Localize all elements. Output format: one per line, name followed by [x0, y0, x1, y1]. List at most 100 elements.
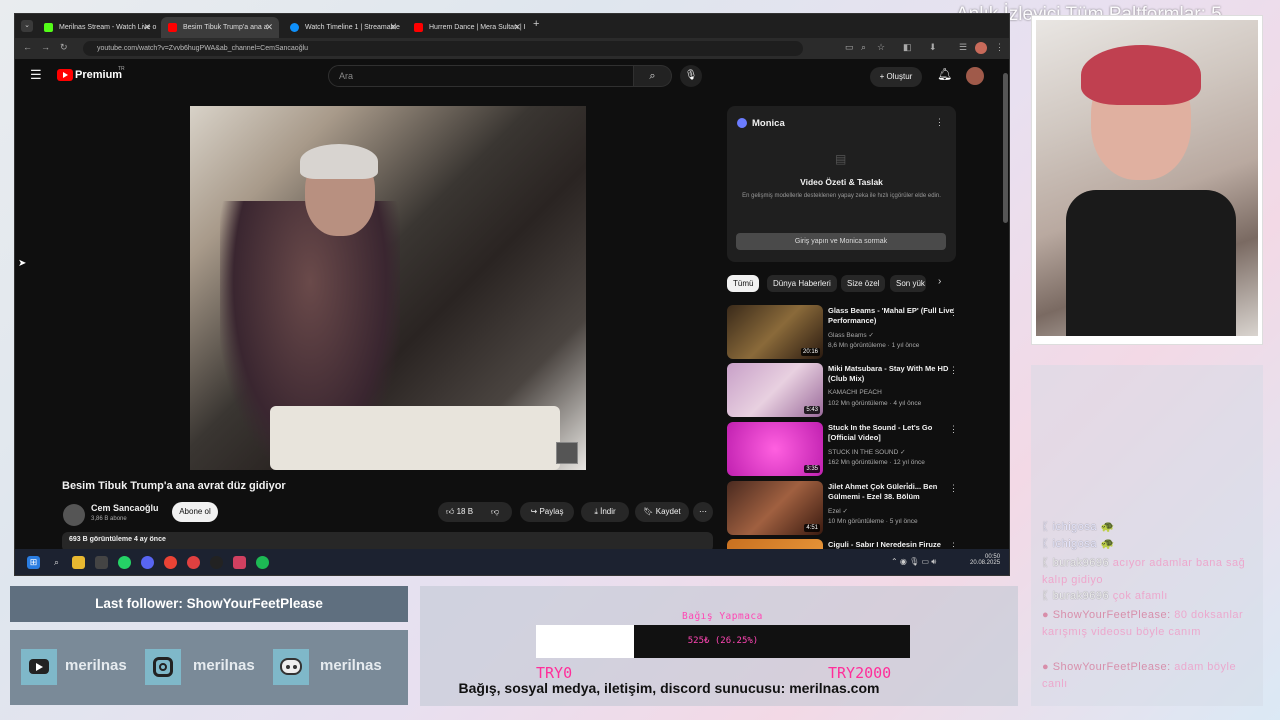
- new-tab-button[interactable]: +: [533, 18, 539, 30]
- create-label: Oluştur: [886, 72, 913, 81]
- chip-for-you[interactable]: Size özel: [841, 275, 886, 292]
- tab-list-button[interactable]: ⌄: [21, 20, 33, 32]
- chip-recent[interactable]: Son yük: [890, 275, 926, 292]
- chrome-icon[interactable]: [164, 556, 177, 569]
- video-title[interactable]: Ciguli - Sabır I Neredesin Firuze: [828, 540, 956, 549]
- search-icon[interactable]: ⌕: [50, 556, 63, 569]
- last-follower-banner: Last follower: ShowYourFeetPlease: [10, 586, 408, 622]
- recommended-video[interactable]: 5:43 Miki Matsubara - Stay With Me HD (C…: [727, 363, 967, 417]
- reload-icon[interactable]: ↻: [60, 42, 68, 53]
- video-channel[interactable]: STUCK IN THE SOUND ✓: [828, 448, 906, 456]
- share-label: Paylaş: [539, 507, 564, 516]
- tab-hurrem[interactable]: Hurrem Dance | Mera Sultan | I ✕: [407, 17, 527, 38]
- search-input[interactable]: Ara: [328, 65, 634, 87]
- video-thumbnail[interactable]: 5:43: [727, 363, 823, 417]
- more-options-icon[interactable]: ⋮: [949, 307, 958, 318]
- recommended-video[interactable]: Ciguli - Sabır I Neredesin Firuze ⋮: [727, 539, 967, 549]
- whatsapp-icon[interactable]: [118, 556, 131, 569]
- app-icon[interactable]: [187, 556, 200, 569]
- chat-text: çok afamlı: [1112, 590, 1168, 602]
- close-icon[interactable]: ✕: [265, 17, 273, 38]
- system-tray-icons[interactable]: ⌃ ◉ 🎙︎ ▭ 🔊︎: [891, 557, 936, 567]
- dislike-icon[interactable]: 👎︎: [491, 502, 499, 522]
- menu-dots-icon[interactable]: ⋮: [995, 42, 1004, 53]
- download-label: İndir: [600, 507, 616, 516]
- tab-youtube-active[interactable]: Besim Tibuk Trump'a ana a ✕: [161, 17, 279, 38]
- recommended-video[interactable]: 4:51 Jilet Ahmet Çok Güleri̇di... Ben Gü…: [727, 481, 967, 535]
- download-button[interactable]: ⤓ İndir: [581, 502, 629, 522]
- monica-heading: Video Özeti & Taslak: [800, 177, 883, 187]
- video-title[interactable]: Stuck In the Sound - Let's Go [Official …: [828, 423, 956, 443]
- streamer-body: [1066, 190, 1236, 336]
- start-icon[interactable]: ⊞: [27, 556, 40, 569]
- video-duration: 3:35: [804, 465, 820, 473]
- app-icon[interactable]: [233, 556, 246, 569]
- video-channel[interactable]: Glass Beams ✓: [828, 331, 874, 339]
- bookmark-star-icon[interactable]: ☆: [877, 42, 885, 53]
- close-icon[interactable]: ✕: [389, 17, 397, 38]
- video-channel[interactable]: Ezel ✓: [828, 507, 848, 515]
- like-button[interactable]: 👍︎ 18 B 👎︎: [438, 502, 512, 522]
- video-meta: 10 Mn görüntüleme · 5 yıl önce: [828, 518, 918, 525]
- youtube-premium-logo[interactable]: Premium: [75, 69, 122, 81]
- forward-icon[interactable]: →: [41, 42, 50, 52]
- video-thumbnail[interactable]: 4:51: [727, 481, 823, 535]
- video-channel[interactable]: KAMACHI PEACH: [828, 389, 882, 396]
- like-count: 18 B: [456, 507, 474, 516]
- account-avatar[interactable]: [966, 67, 984, 85]
- channel-avatar[interactable]: [63, 504, 85, 526]
- search-icon: ⌕: [649, 70, 656, 82]
- discord-icon[interactable]: [141, 556, 154, 569]
- tab-streamable[interactable]: Watch Timeline 1 | Streamable ✕: [283, 17, 403, 38]
- youtube-logo-icon[interactable]: [57, 69, 73, 81]
- sidebar-icon[interactable]: ☰: [959, 42, 967, 53]
- recommended-video[interactable]: 20:16 Glass Beams - 'Mahal EP' (Full Liv…: [727, 305, 967, 359]
- search-button[interactable]: ⌕: [634, 65, 672, 87]
- create-button[interactable]: + Oluştur: [870, 67, 922, 87]
- streamable-icon: [290, 23, 299, 32]
- back-icon[interactable]: ←: [23, 42, 32, 52]
- download-icon[interactable]: ⬇: [929, 42, 937, 53]
- chat-message: ● ShowYourFeetPlease: adam böyle canlı: [1042, 661, 1237, 690]
- video-duration: 5:43: [804, 406, 820, 414]
- spotify-icon[interactable]: [256, 556, 269, 569]
- monica-menu-icon[interactable]: ⋮: [935, 117, 944, 128]
- more-options-icon[interactable]: ⋮: [949, 424, 958, 435]
- monica-login-button[interactable]: Giriş yapın ve Monica sormak: [736, 233, 946, 250]
- cast-icon[interactable]: ▭: [845, 42, 854, 53]
- voice-search-icon[interactable]: 🎙︎: [680, 65, 702, 87]
- obs-icon[interactable]: [210, 556, 223, 569]
- more-options-icon[interactable]: ⋮: [949, 483, 958, 494]
- file-explorer-icon[interactable]: [72, 556, 85, 569]
- video-title[interactable]: Miki Matsubara - Stay With Me HD (Club M…: [828, 364, 956, 384]
- extensions-icon[interactable]: ◧: [903, 42, 912, 53]
- video-thumbnail[interactable]: 20:16: [727, 305, 823, 359]
- video-thumbnail[interactable]: 3:35: [727, 422, 823, 476]
- share-button[interactable]: ↪ Paylaş: [520, 502, 574, 522]
- url-field[interactable]: youtube.com/watch?v=Zvvb6hugPWA&ab_chann…: [83, 41, 803, 56]
- save-button[interactable]: 🔖︎ Kaydet: [635, 502, 689, 522]
- video-title[interactable]: Glass Beams - 'Mahal EP' (Full Live Perf…: [828, 306, 956, 326]
- zoom-icon[interactable]: ⌕: [861, 42, 866, 53]
- close-icon[interactable]: ✕: [143, 17, 151, 38]
- more-options-icon[interactable]: ⋮: [949, 541, 958, 549]
- notifications-bell-icon[interactable]: 🔔︎: [937, 67, 952, 81]
- more-actions-button[interactable]: ⋯: [693, 502, 713, 522]
- hamburger-menu-icon[interactable]: ☰: [30, 67, 42, 83]
- chip-world-news[interactable]: Dünya Haberleri: [767, 275, 837, 292]
- tab-kick-stream[interactable]: Merilnas Stream - Watch Live o ✕: [37, 17, 157, 38]
- subscribe-button[interactable]: Abone ol: [172, 502, 218, 522]
- channel-name[interactable]: Cem Sancaoğlu: [91, 503, 159, 513]
- profile-avatar[interactable]: [975, 42, 987, 54]
- recommended-video[interactable]: 3:35 Stuck In the Sound - Let's Go [Offi…: [727, 422, 967, 476]
- chevron-right-icon[interactable]: ›: [938, 276, 941, 287]
- clock[interactable]: 00:50 20.08.2025: [970, 554, 1000, 566]
- store-icon[interactable]: [95, 556, 108, 569]
- video-player[interactable]: [190, 106, 586, 470]
- video-thumbnail[interactable]: [727, 539, 823, 549]
- scrollbar[interactable]: [1003, 73, 1008, 223]
- chip-all[interactable]: Tümü: [727, 275, 760, 292]
- video-title[interactable]: Jilet Ahmet Çok Güleri̇di... Ben Gülmemi…: [828, 482, 956, 502]
- close-icon[interactable]: ✕: [513, 17, 521, 38]
- more-options-icon[interactable]: ⋮: [949, 365, 958, 376]
